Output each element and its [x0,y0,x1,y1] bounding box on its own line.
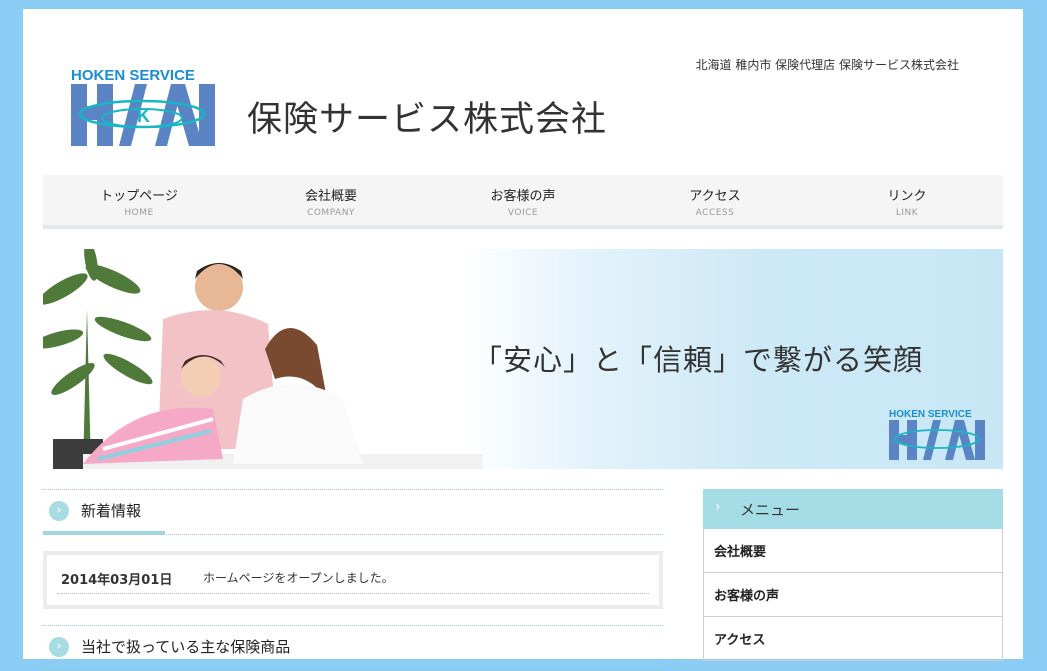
sidebar-menu-title: メニュー [740,501,801,519]
company-name: 保険サービス株式会社 [247,100,608,140]
sidebar-menu: 会社概要 お客様の声 アクセス [703,529,1003,661]
nav-sublabel: HOME [124,208,154,218]
sidebar-item-company[interactable]: 会社概要 [704,529,1002,573]
nav-sublabel: COMPANY [307,208,355,218]
main-nav: トップページ HOME 会社概要 COMPANY お客様の声 VOICE アクセ… [43,175,1003,229]
news-list: 2014年03月01日 ホームページをオープンしました。 [43,551,663,609]
news-section-title: 新着情報 [81,502,142,520]
nav-item-link[interactable]: リンク LINK [811,175,1003,225]
hero-logo-text: HOKEN SERVICE [889,409,972,420]
sidebar-item-access[interactable]: アクセス [704,617,1002,661]
nav-label: 会社概要 [304,189,357,204]
hero-banner: 「安心」と「信頼」で繋がる笑顔 HOKEN SERVICE [43,249,1003,469]
section-underline [43,531,165,535]
page-container: HOKEN SERVICE K 保険サービス株式会社 北海道 稚内市 保険代理店… [23,9,1023,671]
nav-sublabel: VOICE [507,208,539,218]
products-section-title: 当社で扱っている主な保険商品 [81,638,291,656]
nav-item-home[interactable]: トップページ HOME [43,175,235,225]
chevron-right-icon: › [49,501,69,521]
hero-slogan: 「安心」と「信頼」で繋がる笑顔 [473,343,924,377]
nav-label: リンク [887,189,927,204]
sidebar-item-voice[interactable]: お客様の声 [704,573,1002,617]
nav-label: お客様の声 [490,189,556,204]
nav-item-access[interactable]: アクセス ACCESS [619,175,811,225]
news-text: ホームページをオープンしました。 [203,571,394,585]
nav-sublabel: ACCESS [695,208,735,218]
family-photo [43,249,483,469]
nav-item-company[interactable]: 会社概要 COMPANY [235,175,427,225]
nav-item-voice[interactable]: お客様の声 VOICE [427,175,619,225]
nav-label: アクセス [689,189,741,204]
list-item[interactable]: 2014年03月01日 ホームページをオープンしました。 [57,563,649,594]
logo-text: HOKEN SERVICE [71,67,195,84]
chevron-right-icon: › [715,499,721,515]
header-tagline: 北海道 稚内市 保険代理店 保険サービス株式会社 [695,58,959,72]
products-section-header: › 当社で扱っている主な保険商品 [43,625,663,671]
chevron-right-icon: › [49,637,69,657]
news-section-header: › 新着情報 [43,489,663,535]
nav-sublabel: LINK [895,208,919,218]
hero-logo: HOKEN SERVICE [889,409,985,460]
company-logo[interactable]: HOKEN SERVICE K [67,64,217,149]
sidebar-menu-header: › メニュー [703,489,1003,529]
news-date: 2014年03月01日 [61,573,173,588]
nav-label: トップページ [100,189,178,204]
svg-text:K: K [137,106,150,126]
